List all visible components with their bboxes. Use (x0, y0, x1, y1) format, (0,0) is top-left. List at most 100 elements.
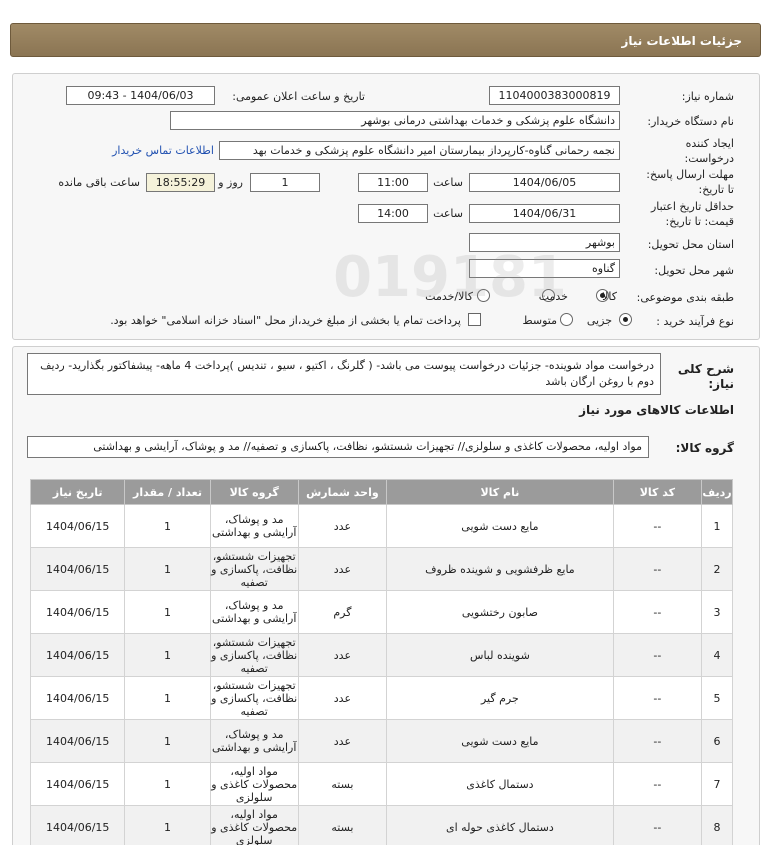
cell-qty: 1 (124, 805, 211, 845)
table-row[interactable]: 3 -- صابون رختشویی گرم مد و پوشاک، آرایش… (29, 590, 733, 634)
cell-group: تجهیزات شستشو، نظافت، پاکسازی و تصفیه (209, 547, 299, 591)
remaining-label: ساعت باقی مانده (58, 176, 140, 189)
cell-qty: 1 (124, 719, 211, 763)
cell-code: -- (612, 590, 703, 634)
buyer-org-field[interactable]: دانشگاه علوم پزشکی و خدمات بهداشتی درمان… (170, 111, 620, 130)
col-code: کد کالا (612, 479, 703, 505)
cell-name: صابون رختشویی (386, 590, 614, 634)
cell-group: مواد اولیه، محصولات کاغذی و سلولزی (209, 762, 299, 806)
validity-time-field[interactable]: 14:00 (358, 204, 428, 223)
city-label: شهر محل تحویل: (654, 264, 734, 277)
cell-date: 1404/06/15 (29, 762, 126, 806)
cell-code: -- (612, 633, 703, 677)
table-row[interactable]: 4 -- شوینده لباس عدد تجهیزات شستشو، نظاف… (29, 633, 733, 677)
cell-row: 4 (701, 633, 733, 677)
cell-date: 1404/06/15 (29, 676, 126, 720)
cell-unit: عدد (297, 719, 388, 763)
validity-label-1: حداقل تاریخ اعتبار (650, 200, 734, 213)
cell-qty: 1 (124, 633, 211, 677)
col-row: ردیف (701, 479, 733, 505)
cell-group: مد و پوشاک، آرایشی و بهداشتی (209, 504, 299, 548)
table-row[interactable]: 6 -- مایع دست شویی عدد مد و پوشاک، آرایش… (29, 719, 733, 763)
cell-name: دستمال کاغذی حوله ای (386, 805, 614, 845)
days-label: روز و (218, 176, 243, 189)
cell-group: تجهیزات شستشو، نظافت، پاکسازی و تصفیه (209, 633, 299, 677)
col-group: گروه کالا (209, 479, 299, 505)
cell-unit: بسته (297, 805, 388, 845)
cell-date: 1404/06/15 (29, 633, 126, 677)
cell-row: 5 (701, 676, 733, 720)
cell-row: 3 (701, 590, 733, 634)
city-field[interactable]: گناوه (469, 259, 620, 278)
cell-qty: 1 (124, 676, 211, 720)
col-qty: تعداد / مقدار (124, 479, 211, 505)
need-number-field[interactable]: 1104000383000819 (489, 86, 620, 105)
creator-field[interactable]: نجمه رحمانی گناوه-کارپرداز بیمارستان امی… (219, 141, 620, 160)
category-goods-service-label: کالا/خدمت (425, 290, 473, 303)
announce-field[interactable]: 1404/06/03 - 09:43 (66, 86, 215, 105)
cell-qty: 1 (124, 504, 211, 548)
cell-unit: گرم (297, 590, 388, 634)
process-medium-radio[interactable] (560, 313, 573, 326)
page-title: جزئیات اطلاعات نیاز (621, 34, 742, 48)
need-number-label: شماره نیاز: (681, 90, 734, 103)
cell-qty: 1 (124, 590, 211, 634)
cell-row: 7 (701, 762, 733, 806)
cell-code: -- (612, 805, 703, 845)
table-row[interactable]: 1 -- مایع دست شویی عدد مد و پوشاک، آرایش… (29, 504, 733, 548)
col-name: نام کالا (386, 479, 614, 505)
category-label: طبقه بندی موضوعی: (636, 291, 734, 304)
cell-group: تجهیزات شستشو، نظافت، پاکسازی و تصفیه (209, 676, 299, 720)
description-label-2: نیاز: (708, 377, 734, 391)
col-date: تاریخ نیاز (29, 479, 126, 505)
page-header: جزئیات اطلاعات نیاز (10, 23, 761, 57)
cell-unit: عدد (297, 504, 388, 548)
province-field[interactable]: بوشهر (469, 233, 620, 252)
cell-row: 1 (701, 504, 733, 548)
cell-row: 2 (701, 547, 733, 591)
goods-group-field: مواد اولیه، محصولات کاغذی و سلولزی// تجه… (27, 436, 649, 458)
cell-unit: عدد (297, 633, 388, 677)
province-label: استان محل تحویل: (647, 238, 734, 251)
cell-name: مایع دست شویی (386, 719, 614, 763)
deadline-date-field[interactable]: 1404/06/05 (469, 173, 620, 192)
goods-table: ردیف کد کالا نام کالا واحد شمارش گروه کا… (29, 479, 733, 845)
cell-name: مایع ظرفشویی و شوینده ظروف (386, 547, 614, 591)
cell-name: جرم گیر (386, 676, 614, 720)
cell-row: 8 (701, 805, 733, 845)
days-field[interactable]: 1 (250, 173, 320, 192)
cell-unit: عدد (297, 676, 388, 720)
creator-label-1: ایجاد کننده (685, 137, 734, 150)
process-medium-label: متوسط (522, 314, 557, 327)
cell-row: 6 (701, 719, 733, 763)
cell-date: 1404/06/15 (29, 719, 126, 763)
validity-label-2: قیمت: تا تاریخ: (665, 215, 734, 228)
table-row[interactable]: 8 -- دستمال کاغذی حوله ای بسته مواد اولی… (29, 805, 733, 845)
cell-date: 1404/06/15 (29, 547, 126, 591)
deadline-time-field[interactable]: 11:00 (358, 173, 428, 192)
cell-qty: 1 (124, 547, 211, 591)
cell-group: مواد اولیه، محصولات کاغذی و سلولزی (209, 805, 299, 845)
deadline-label-1: مهلت ارسال پاسخ: (646, 168, 734, 181)
treasury-checkbox[interactable] (468, 313, 481, 326)
process-label: نوع فرآیند خرید : (656, 315, 734, 328)
remaining-time-field: 18:55:29 (146, 173, 215, 192)
category-service-label: خدمت (538, 290, 568, 303)
process-minor-label: جزیی (586, 314, 612, 327)
cell-name: شوینده لباس (386, 633, 614, 677)
cell-name: دستمال کاغذی (386, 762, 614, 806)
table-row[interactable]: 5 -- جرم گیر عدد تجهیزات شستشو، نظافت، پ… (29, 676, 733, 720)
validity-date-field[interactable]: 1404/06/31 (469, 204, 620, 223)
cell-code: -- (612, 547, 703, 591)
contact-info-link[interactable]: اطلاعات تماس خریدار (112, 144, 214, 157)
category-goods-service-radio[interactable] (477, 289, 490, 302)
goods-section-title: اطلاعات کالاهای مورد نیاز (579, 403, 734, 417)
validity-time-label: ساعت (433, 207, 463, 220)
table-row[interactable]: 7 -- دستمال کاغذی بسته مواد اولیه، محصول… (29, 762, 733, 806)
cell-code: -- (612, 676, 703, 720)
cell-code: -- (612, 762, 703, 806)
process-minor-radio[interactable] (619, 313, 632, 326)
goods-group-label: گروه کالا: (675, 441, 734, 455)
col-unit: واحد شمارش (297, 479, 388, 505)
table-row[interactable]: 2 -- مایع ظرفشویی و شوینده ظروف عدد تجهی… (29, 547, 733, 591)
